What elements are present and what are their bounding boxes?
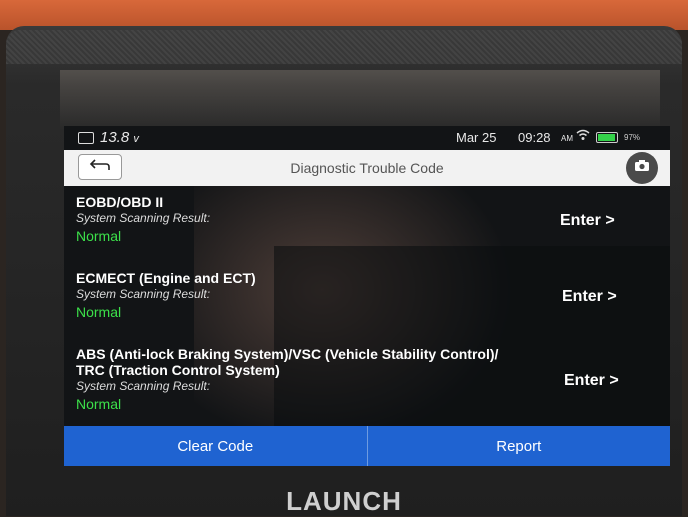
system-name-line2: TRC (Traction Control System) (76, 362, 280, 378)
screenshot-button[interactable] (626, 152, 658, 184)
system-status: Normal (76, 396, 122, 412)
wifi-icon (576, 129, 590, 144)
report-button[interactable]: Report (368, 426, 671, 466)
enter-button-eobd[interactable]: Enter > (560, 212, 615, 230)
enter-button-ecmect[interactable]: Enter > (562, 288, 617, 306)
system-name: EOBD/OBD II (76, 194, 164, 210)
enter-button-abs[interactable]: Enter > (564, 372, 619, 390)
battery-icon (596, 132, 618, 143)
camera-icon (634, 159, 650, 177)
system-item-abs: ABS (Anti-lock Braking System)/VSC (Vehi… (76, 346, 498, 414)
device-grip (6, 30, 682, 64)
system-item-eobd: EOBD/OBD II System Scanning Result: Norm… (76, 194, 210, 246)
device-screen: 13.8 v Mar 25 09:28 AM 97% Diagnostic Tr… (64, 126, 670, 466)
system-scan-label: System Scanning Result: (76, 379, 211, 393)
title-bar: Diagnostic Trouble Code (64, 150, 670, 186)
clear-code-button[interactable]: Clear Code (64, 426, 367, 466)
screen-reflection (60, 70, 660, 130)
page-title: Diagnostic Trouble Code (290, 160, 444, 176)
voltage-readout: 13.8 v (100, 129, 139, 146)
status-time: 09:28 (518, 130, 551, 145)
battery-percent: 97% (624, 133, 641, 142)
battery-fill (598, 134, 615, 141)
system-status: Normal (76, 228, 122, 244)
system-name: ECMECT (Engine and ECT) (76, 270, 256, 286)
status-ampm: AM (561, 134, 573, 143)
status-bar: 13.8 v Mar 25 09:28 AM 97% (64, 126, 670, 150)
bottom-action-bar: Clear Code Report (64, 426, 670, 466)
status-date: Mar 25 (456, 130, 497, 145)
system-status: Normal (76, 304, 122, 320)
system-scan-label: System Scanning Result: (76, 287, 211, 301)
system-name-line1: ABS (Anti-lock Braking System)/VSC (Vehi… (76, 346, 499, 362)
brand-logo: LAUNCH (286, 486, 402, 516)
system-item-ecmect: ECMECT (Engine and ECT) System Scanning … (76, 270, 256, 322)
car-battery-icon (78, 132, 94, 144)
system-scan-label: System Scanning Result: (76, 211, 211, 225)
